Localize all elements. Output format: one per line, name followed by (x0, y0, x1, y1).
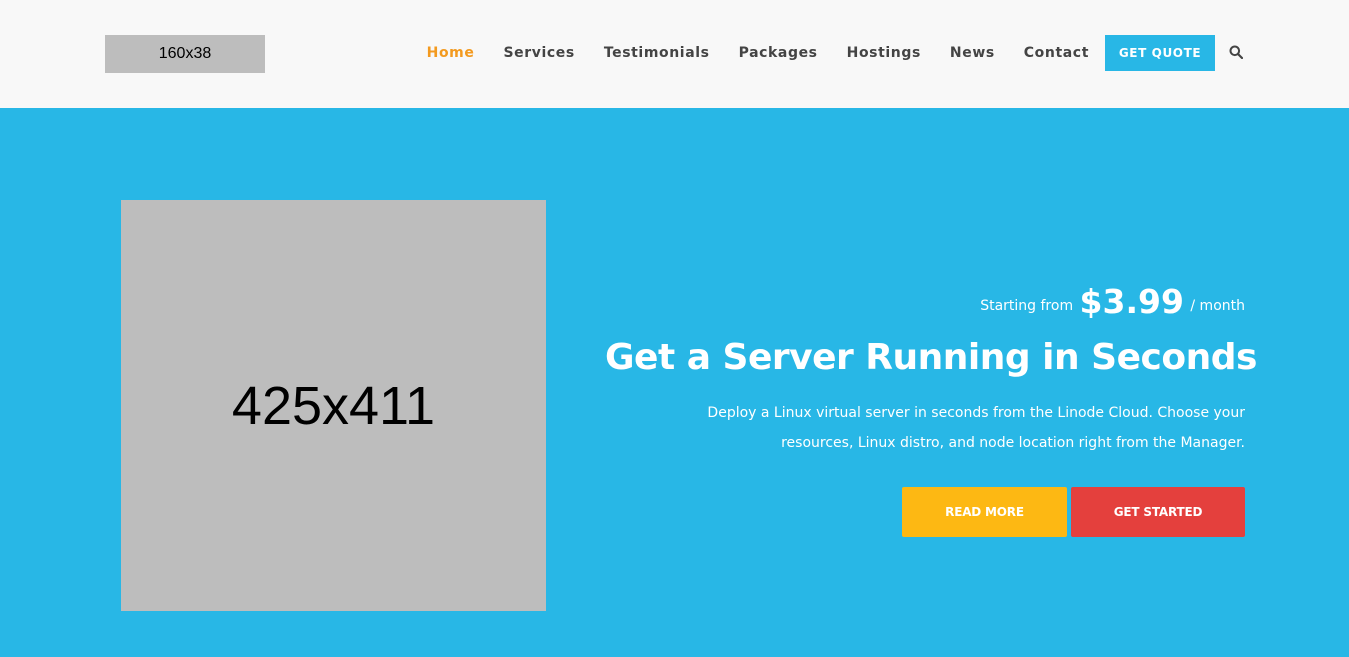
nav-news[interactable]: News (950, 45, 995, 61)
price-value: $3.99 (1079, 282, 1184, 321)
logo[interactable]: 160x38 (105, 35, 265, 73)
price-prefix: Starting from (980, 298, 1074, 314)
hero-description-line-2: resources, Linux distro, and node locati… (781, 435, 1245, 451)
site-header: 160x38 Home Services Testimonials Packag… (0, 0, 1349, 108)
nav-testimonials[interactable]: Testimonials (604, 45, 710, 61)
main-nav: Home Services Testimonials Packages Host… (427, 35, 1245, 71)
nav-hostings[interactable]: Hostings (847, 45, 921, 61)
hero-description-line-1: Deploy a Linux virtual server in seconds… (707, 405, 1245, 421)
nav-home[interactable]: Home (427, 45, 475, 61)
get-quote-button[interactable]: GET QUOTE (1105, 35, 1215, 71)
price-suffix: / month (1190, 298, 1245, 314)
search-icon[interactable] (1229, 45, 1245, 61)
price-line: Starting from $3.99 / month (605, 280, 1245, 324)
hero-title: Get a Server Running in Seconds (605, 337, 1257, 378)
hero-section: 425x411 Starting from $3.99 / month Get … (0, 108, 1349, 657)
hero-image-placeholder: 425x411 (121, 200, 546, 611)
nav-packages[interactable]: Packages (739, 45, 818, 61)
hero-buttons: READ MORE GET STARTED (605, 487, 1245, 537)
hero-description: Deploy a Linux virtual server in seconds… (605, 398, 1245, 458)
nav-contact[interactable]: Contact (1024, 45, 1089, 61)
hero-content: Starting from $3.99 / month Get a Server… (605, 280, 1257, 537)
read-more-button[interactable]: READ MORE (902, 487, 1067, 537)
nav-services[interactable]: Services (503, 45, 574, 61)
get-started-button[interactable]: GET STARTED (1071, 487, 1245, 537)
